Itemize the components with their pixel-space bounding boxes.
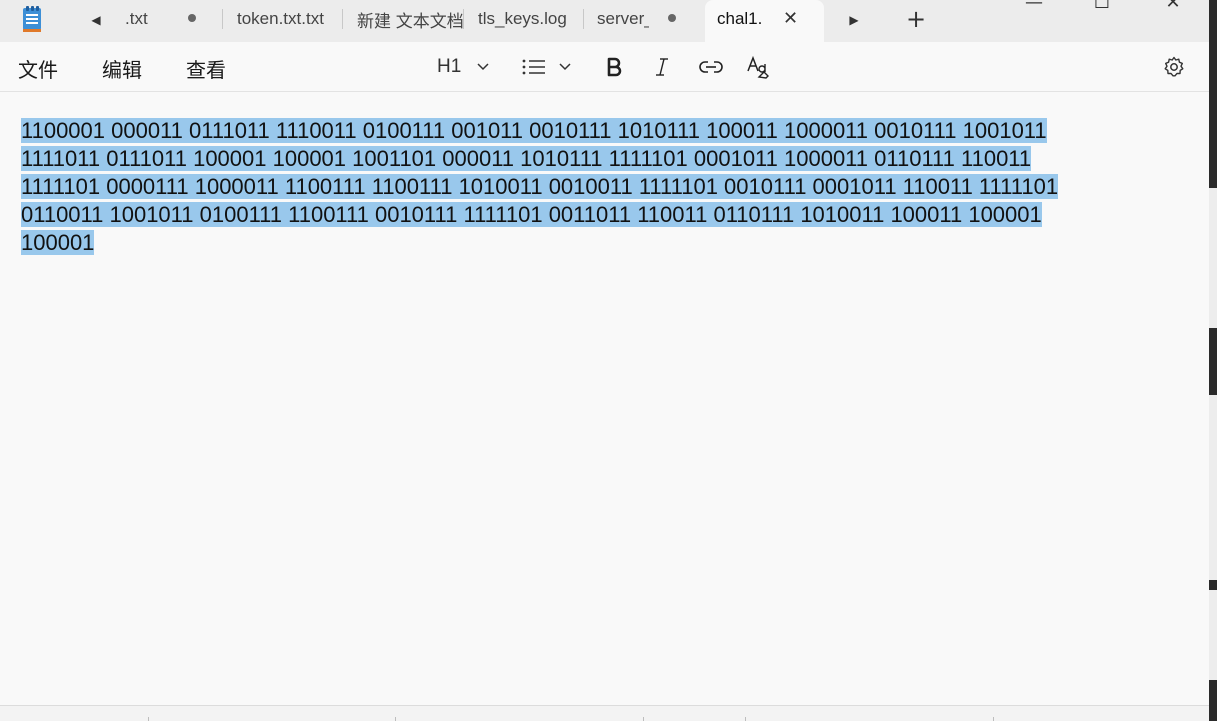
italic-button[interactable] [650,53,674,81]
tab-label: .txt [125,9,148,28]
text-line: 1111011 0111011 100001 100001 1001101 00… [21,146,1032,171]
status-bar [0,705,1209,721]
close-window-icon[interactable]: ✕ [1163,0,1183,13]
menu-edit[interactable]: 编辑 [102,54,142,83]
list-icon [522,59,545,75]
tab-chal1-active[interactable]: chal1. ✕ [705,0,824,42]
add-tab-button[interactable]: + [906,6,926,32]
tab-bar: ◀ .txt token.txt.txt 新建 文本文档 tls_keys.lo… [0,0,1209,42]
menu-view[interactable]: 查看 [186,54,226,83]
heading-level-label: H1 [437,56,462,77]
bold-icon [607,57,622,77]
notepad-app-icon [22,6,42,32]
background-window-edge [1209,0,1217,721]
tab-label: 新建 文本文档 [357,11,464,31]
text-line: 1100001 000011 0111011 1110011 0100111 0… [21,118,1047,143]
tab-tls-keys-log[interactable]: tls_keys.log [478,6,584,32]
text-line: 100001 [21,230,95,255]
text-line: 0110011 1001011 0100111 1100111 0010111 … [21,202,1042,227]
tab-label: server_ [597,9,649,28]
bold-button[interactable] [602,53,626,81]
unsaved-dot-icon [188,14,196,22]
italic-icon [656,58,668,76]
link-button[interactable] [698,53,724,81]
menu-file[interactable]: 文件 [18,54,58,83]
tab-label: token.txt.txt [237,9,324,28]
maximize-icon[interactable]: ☐ [1092,0,1112,13]
chevron-down-icon [477,63,489,71]
scroll-tabs-right-button[interactable]: ▶ [843,10,865,30]
clear-formatting-button[interactable] [746,53,772,81]
notepad-window: ◀ .txt token.txt.txt 新建 文本文档 tls_keys.lo… [0,0,1209,721]
caret-right-icon: ▶ [849,13,859,27]
caret-left-icon: ◀ [91,13,101,27]
link-icon [699,61,723,73]
scroll-tabs-left-button[interactable]: ◀ [85,10,107,30]
text-line: 1111101 0000111 1000011 1100111 1100111 … [21,174,1059,199]
clear-formatting-icon [747,55,769,79]
heading-dropdown[interactable]: H1 [437,53,491,81]
tab-label: tls_keys.log [478,9,567,28]
chevron-down-icon [559,63,571,71]
text-editor[interactable]: 1100001 000011 0111011 1110011 0100111 0… [0,93,1209,705]
gear-icon [1164,56,1184,77]
tab-server[interactable]: server_ [597,6,649,32]
settings-button[interactable] [1162,53,1186,81]
close-tab-icon[interactable]: ✕ [783,8,798,29]
tab-txt[interactable]: .txt [125,6,223,32]
list-dropdown[interactable] [521,53,573,81]
menu-toolbar: 文件 编辑 查看 H1 [0,42,1209,92]
unsaved-dot-icon [668,14,676,22]
minimize-icon[interactable]: — [1024,0,1044,13]
tab-label: chal1. [717,9,763,28]
tab-token-txt[interactable]: token.txt.txt [237,6,343,32]
tab-new-text-document[interactable]: 新建 文本文档 [357,6,464,32]
document-content[interactable]: 1100001 000011 0111011 1110011 0100111 0… [21,117,1191,257]
